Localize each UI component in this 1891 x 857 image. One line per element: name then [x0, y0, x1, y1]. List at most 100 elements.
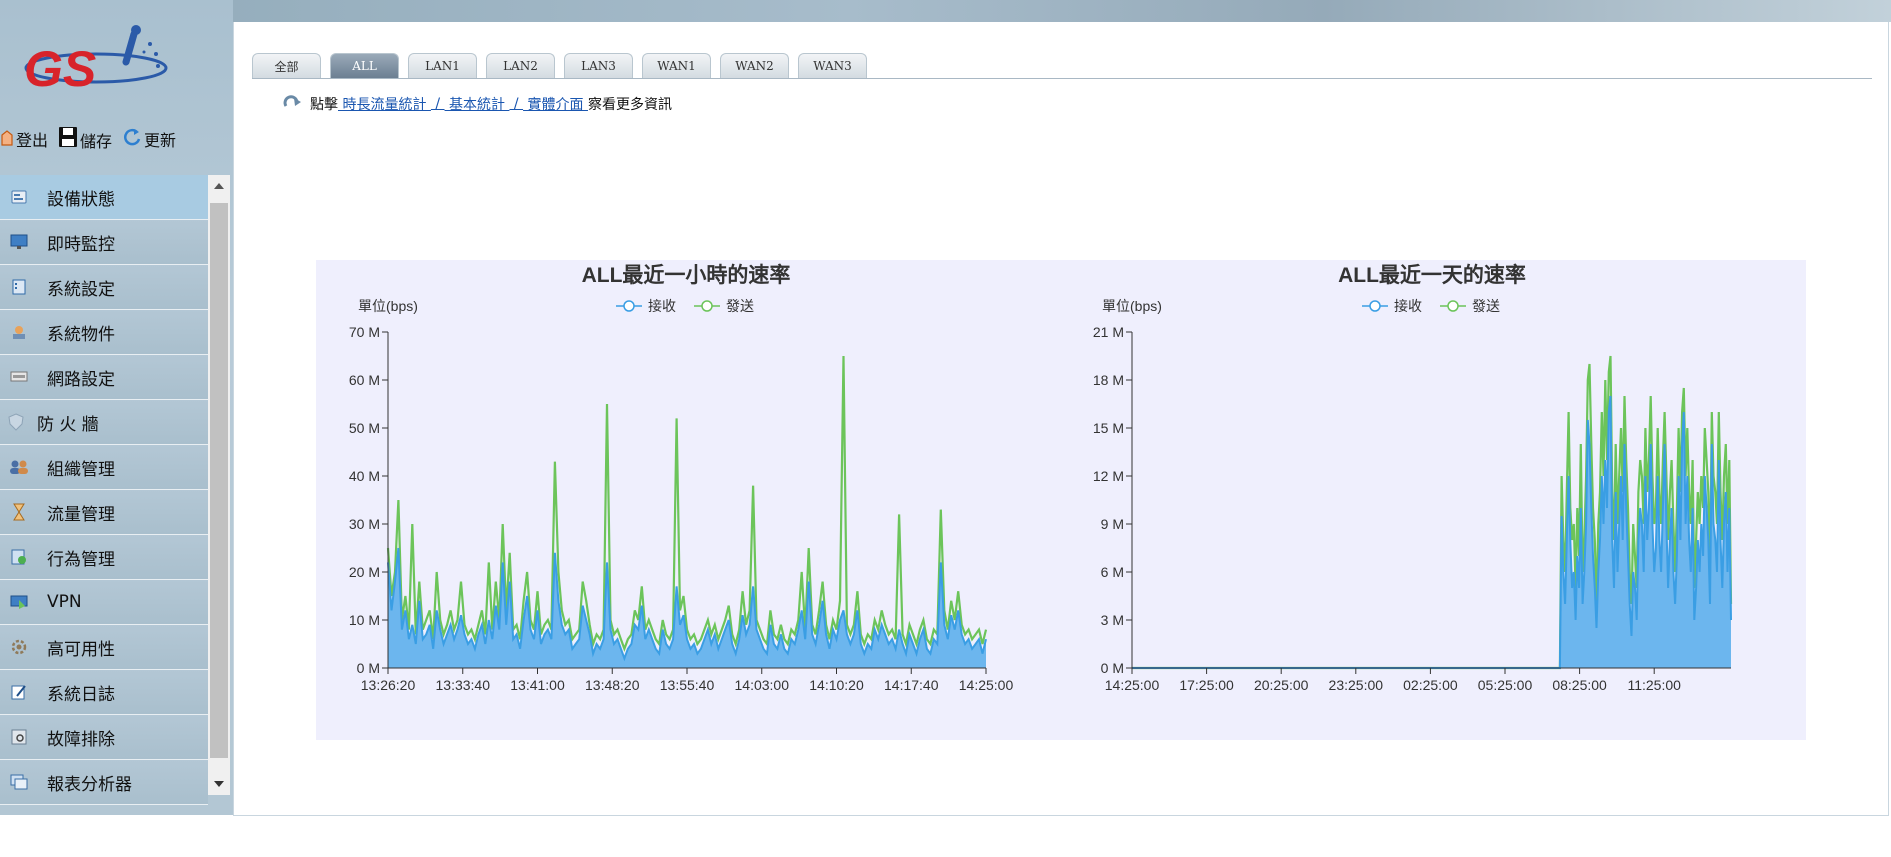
y-tick-label: 70 M: [349, 324, 380, 340]
sidebar-item[interactable]: 設備狀態: [0, 175, 208, 220]
sidebar-item-label: 系統物件: [47, 324, 115, 345]
tab[interactable]: LAN3: [564, 53, 633, 78]
legend-marker-icon: [701, 300, 713, 312]
info-separator: /: [430, 96, 445, 112]
sidebar-item-label: 報表分析器: [47, 774, 132, 795]
chart-title: ALL最近一小時的速率: [582, 263, 791, 287]
x-tick-label: 14:25:00: [1105, 677, 1160, 693]
logout-icon: [0, 129, 16, 151]
charts-svg: ALL最近一小時的速率單位(bps) 接收 發送 0 M 10 M 20 M 30 M 40 …: [349, 263, 1733, 693]
legend-marker-icon: [1447, 300, 1459, 312]
x-tick-label: 13:41:00: [510, 677, 565, 693]
y-tick-label: 0 M: [1101, 660, 1124, 676]
legend-marker-icon: [1369, 300, 1381, 312]
y-tick-label: 40 M: [349, 468, 380, 484]
x-tick-label: 13:33:40: [436, 677, 491, 693]
y-tick-label: 12 M: [1093, 468, 1124, 484]
tab[interactable]: WAN3: [798, 53, 867, 78]
y-tick-label: 6 M: [1101, 564, 1124, 580]
y-tick-label: 30 M: [349, 516, 380, 532]
y-tick-label: 9 M: [1101, 516, 1124, 532]
info-prefix: 點擊: [310, 97, 338, 113]
vpn-icon: [9, 592, 29, 612]
sidebar-item-label: 系統日誌: [47, 684, 115, 705]
x-tick-label: 20:25:00: [1254, 677, 1309, 693]
save-button[interactable]: 儲存: [58, 126, 112, 152]
sidebar-item-label: 行為管理: [47, 549, 115, 570]
scroll-up-button[interactable]: [208, 175, 230, 197]
sidebar-item[interactable]: 故障排除: [0, 715, 208, 760]
tab[interactable]: WAN2: [720, 53, 789, 78]
sidebar-item-label: 系統設定: [47, 279, 115, 300]
logout-button[interactable]: 登出: [0, 127, 48, 151]
sidebar-item-label: 設備狀態: [47, 189, 115, 210]
redirect-arrow-icon: [282, 94, 302, 114]
toolbar: 登出 儲存 更新: [0, 124, 186, 154]
sidebar-item[interactable]: VPN: [0, 580, 208, 625]
tab[interactable]: LAN2: [486, 53, 555, 78]
tab[interactable]: WAN1: [642, 53, 711, 78]
monitor-icon: [9, 232, 29, 252]
y-tick-label: 18 M: [1093, 372, 1124, 388]
info-suffix: 察看更多資訊: [587, 97, 672, 113]
sidebar-item[interactable]: 網路設定: [0, 355, 208, 400]
y-axis-unit: 單位(bps): [358, 298, 418, 314]
duration-traffic-link[interactable]: 時長流量統計: [338, 94, 431, 114]
sidebar-item[interactable]: 組織管理: [0, 445, 208, 490]
sidebar-item[interactable]: 報表分析器: [0, 760, 208, 805]
sidebar-item-label: 高可用性: [47, 639, 115, 660]
objects-icon: [9, 322, 29, 342]
sidebar-item-label: 網路設定: [47, 369, 115, 390]
sidebar-scrollbar[interactable]: [208, 175, 230, 795]
sidebar-item[interactable]: 流量管理: [0, 490, 208, 535]
physical-interface-link[interactable]: 實體介面: [523, 94, 588, 114]
save-label: 儲存: [80, 132, 113, 151]
tab[interactable]: 全部: [252, 53, 321, 78]
floppy-disk-icon: [58, 126, 80, 152]
refresh-label: 更新: [144, 131, 177, 150]
troubleshoot-icon: [9, 727, 29, 747]
tab[interactable]: ALL: [330, 53, 399, 78]
sidebar-item-label: 防 火 牆: [37, 414, 99, 435]
shield-icon: [6, 412, 26, 432]
x-tick-label: 23:25:00: [1329, 677, 1384, 693]
tab[interactable]: LAN1: [408, 53, 477, 78]
sidebar-item[interactable]: 高可用性: [0, 625, 208, 670]
legend-label: 接收: [1394, 298, 1422, 314]
sidebar-item-label: 流量管理: [47, 504, 115, 525]
scroll-down-button[interactable]: [208, 773, 230, 795]
x-tick-label: 13:48:20: [585, 677, 640, 693]
sidebar-item[interactable]: 即時監控: [0, 220, 208, 265]
x-tick-label: 14:03:00: [735, 677, 790, 693]
y-tick-label: 50 M: [349, 420, 380, 436]
y-tick-label: 21 M: [1093, 324, 1124, 340]
legend-marker-icon: [623, 300, 635, 312]
gear-icon: [9, 637, 29, 657]
report-icon: [9, 772, 29, 792]
x-tick-label: 02:25:00: [1403, 677, 1458, 693]
chart-panel: ALL最近一小時的速率 單位(bps) 接收 發送 0 M 10 M 20 M 30 M 40 …: [316, 260, 1806, 740]
sidebar-item[interactable]: 系統物件: [0, 310, 208, 355]
x-tick-label: 17:25:00: [1179, 677, 1234, 693]
legend-label: 接收: [648, 298, 676, 314]
x-tick-label: 11:25:00: [1627, 677, 1681, 693]
y-tick-label: 10 M: [349, 612, 380, 628]
sidebar-item[interactable]: 系統設定: [0, 265, 208, 310]
refresh-button[interactable]: 更新: [122, 127, 176, 151]
sidebar-item[interactable]: 行為管理: [0, 535, 208, 580]
x-tick-label: 13:26:20: [361, 677, 416, 693]
sidebar-item[interactable]: 防 火 牆: [0, 400, 208, 445]
x-tick-label: 05:25:00: [1478, 677, 1533, 693]
sidebar: GS 登出 儲存 更新 設備狀態 即時監控 系統設定 系統物件 網路設定防 火 牆: [0, 0, 233, 815]
legend-label: 發送: [726, 298, 754, 314]
log-icon: [9, 682, 29, 702]
sidebar-item-label: VPN: [47, 592, 82, 612]
basic-stats-link[interactable]: 基本統計: [445, 94, 510, 114]
x-tick-label: 14:17:40: [884, 677, 939, 693]
legend-label: 發送: [1472, 298, 1500, 314]
sidebar-item[interactable]: 系統日誌: [0, 670, 208, 715]
top-banner: [0, 0, 1891, 22]
sidebar-item-label: 組織管理: [47, 459, 115, 480]
scroll-thumb[interactable]: [210, 203, 228, 758]
send-line: [386, 355, 988, 653]
